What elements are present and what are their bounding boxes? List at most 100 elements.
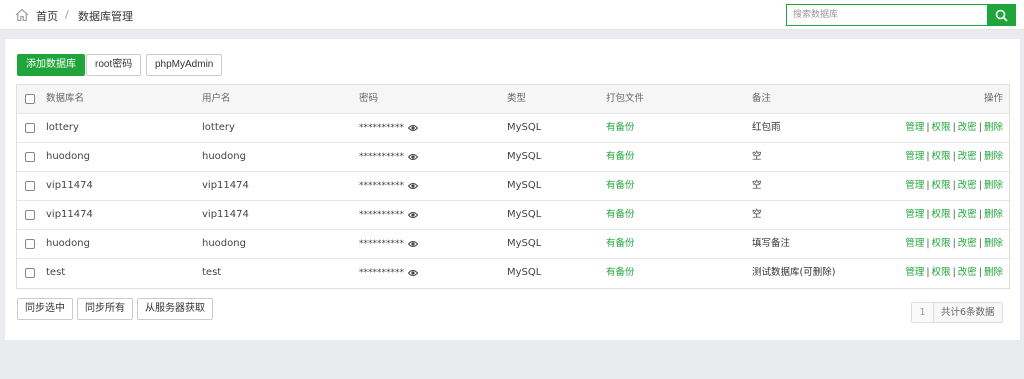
database-table: 数据库名 用户名 密码 类型 打包文件 备注 操作 lottery lottery… [16,84,1010,289]
db-note[interactable]: 测试数据库(可删除) [752,259,835,287]
table-row: vip11474 vip11474 ********** MySQL 有备份空管理 | 权限… [17,172,1009,201]
db-name: vip11474 [46,180,93,191]
db-password: ********** [359,123,404,133]
action-separator: | [978,122,982,133]
db-note[interactable]: 空 [752,172,762,200]
header-type: 类型 [507,93,527,104]
sync-all-button[interactable]: 同步所有 [77,298,133,320]
db-user: vip11474 [202,180,249,191]
permission-link[interactable]: 权限 [932,238,951,249]
eye-icon[interactable] [408,153,418,161]
action-separator: | [952,209,956,220]
permission-link[interactable]: 权限 [932,122,951,133]
manage-link[interactable]: 管理 [905,238,924,249]
select-all-checkbox[interactable] [25,94,35,104]
sync-selected-button[interactable]: 同步选中 [17,298,73,320]
delete-link[interactable]: 删除 [984,151,1003,162]
db-password: ********** [359,268,404,278]
manage-link[interactable]: 管理 [905,209,924,220]
header-password: 密码 [359,93,379,104]
manage-link[interactable]: 管理 [905,180,924,191]
db-user: test [202,267,222,278]
action-separator: | [978,180,982,191]
permission-link[interactable]: 权限 [932,180,951,191]
db-type: MySQL [507,209,542,220]
header-package: 打包文件 [606,93,645,104]
manage-link[interactable]: 管理 [905,122,924,133]
header-note: 备注 [752,93,772,104]
breadcrumb-home[interactable]: 首页 [36,8,58,24]
delete-link[interactable]: 删除 [984,267,1003,278]
permission-link[interactable]: 权限 [932,209,951,220]
permission-link[interactable]: 权限 [932,151,951,162]
table-row: lottery lottery ********** MySQL 有备份 红包雨 管理 | 权限… [17,114,1009,143]
row-checkbox[interactable] [25,210,35,220]
total-count: 共计6条数据 [934,303,1002,322]
root-password-button[interactable]: root密码 [86,54,142,76]
breadcrumb-separator: / [65,8,69,21]
add-database-button[interactable]: 添加数据库 [17,54,85,76]
backup-status-link[interactable]: 有备份 [606,172,635,200]
change-password-link[interactable]: 改密 [958,267,977,278]
db-note[interactable]: 空 [752,143,762,171]
db-type: MySQL [507,122,542,133]
db-type: MySQL [507,180,542,191]
action-separator: | [926,151,930,162]
row-checkbox[interactable] [25,181,35,191]
row-checkbox[interactable] [25,268,35,278]
table-header: 数据库名 用户名 密码 类型 打包文件 备注 操作 [17,85,1009,114]
backup-status-link[interactable]: 有备份 [606,114,635,142]
header-name: 数据库名 [46,93,85,104]
permission-link[interactable]: 权限 [932,267,951,278]
row-actions: 管理 | 权限 | 改密 | 删除 [905,114,1003,142]
row-actions: 管理 | 权限 | 改密 | 删除 [905,172,1003,200]
eye-icon[interactable] [408,269,418,277]
action-separator: | [926,180,930,191]
backup-status-link[interactable]: 有备份 [606,230,635,258]
eye-icon[interactable] [408,211,418,219]
eye-icon[interactable] [408,182,418,190]
db-name: lottery [46,122,79,133]
action-separator: | [926,267,930,278]
change-password-link[interactable]: 改密 [958,122,977,133]
page-title: 数据库管理 [78,10,133,23]
action-separator: | [952,267,956,278]
action-separator: | [952,180,956,191]
search-button[interactable] [987,4,1016,26]
db-note[interactable]: 红包雨 [752,114,781,142]
db-user: huodong [202,151,246,162]
page-number[interactable]: 1 [912,303,934,322]
db-note[interactable]: 空 [752,201,762,229]
row-actions: 管理 | 权限 | 改密 | 删除 [905,201,1003,229]
table-row: huodong huodong ********** MySQL 有备份空管理 | 权限 | 改… [17,143,1009,172]
change-password-link[interactable]: 改密 [958,209,977,220]
delete-link[interactable]: 删除 [984,209,1003,220]
action-separator: | [978,151,982,162]
phpmyadmin-button[interactable]: phpMyAdmin [146,54,223,76]
row-checkbox[interactable] [25,152,35,162]
change-password-link[interactable]: 改密 [958,238,977,249]
eye-icon[interactable] [408,240,418,248]
manage-link[interactable]: 管理 [905,151,924,162]
row-checkbox[interactable] [25,239,35,249]
backup-status-link[interactable]: 有备份 [606,259,635,287]
home-icon[interactable] [15,8,29,22]
db-type: MySQL [507,238,542,249]
header-user: 用户名 [202,93,231,104]
manage-link[interactable]: 管理 [905,267,924,278]
change-password-link[interactable]: 改密 [958,151,977,162]
db-note[interactable]: 填写备注 [752,230,790,258]
search-input[interactable] [786,4,987,26]
delete-link[interactable]: 删除 [984,238,1003,249]
fetch-from-server-button[interactable]: 从服务器获取 [137,298,213,320]
backup-status-link[interactable]: 有备份 [606,201,635,229]
delete-link[interactable]: 删除 [984,122,1003,133]
delete-link[interactable]: 删除 [984,180,1003,191]
db-user: vip11474 [202,209,249,220]
change-password-link[interactable]: 改密 [958,180,977,191]
action-separator: | [926,238,930,249]
eye-icon[interactable] [408,124,418,132]
backup-status-link[interactable]: 有备份 [606,143,635,171]
table-row: test test ********** MySQL 有备份 测试数据库(可删除) 管理 | 权… [17,259,1009,288]
row-checkbox[interactable] [25,123,35,133]
